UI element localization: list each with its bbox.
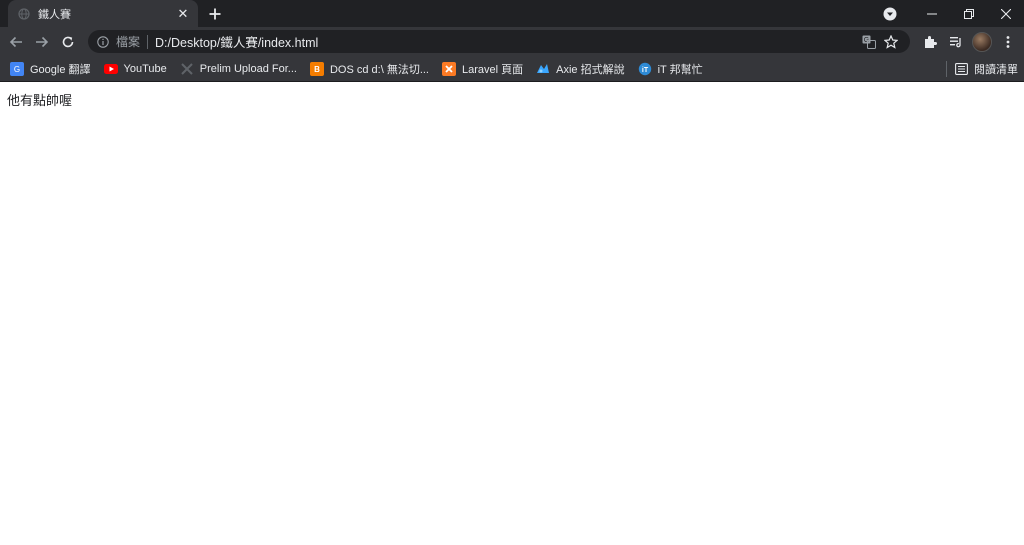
- profile-avatar[interactable]: [970, 30, 994, 54]
- svg-text:G: G: [14, 65, 20, 74]
- back-button[interactable]: [4, 30, 28, 54]
- bookmark-ithelp[interactable]: iT iT 邦幫忙: [638, 58, 710, 80]
- bookmark-label: Google 翻譯: [30, 63, 91, 76]
- xampp-icon: [442, 61, 456, 76]
- page-content: 他有點帥喔: [0, 82, 1024, 117]
- globe-icon: [18, 7, 30, 20]
- toolbar: 檔案 D:/Desktop/鐵人賽/index.html G: [0, 27, 1024, 56]
- tab-strip: 鐵人賽 ✕: [0, 0, 1024, 27]
- address-bar[interactable]: 檔案 D:/Desktop/鐵人賽/index.html G: [88, 30, 910, 53]
- star-icon[interactable]: [880, 33, 902, 51]
- translate-icon[interactable]: G: [858, 33, 880, 51]
- close-icon[interactable]: ✕: [176, 6, 190, 22]
- forward-arrow-icon: [36, 36, 49, 47]
- close-window-button[interactable]: [987, 0, 1024, 27]
- restore-icon: [963, 8, 974, 19]
- omnibox-divider: [147, 34, 149, 49]
- media-control-icon[interactable]: [944, 30, 968, 54]
- minimize-button[interactable]: [913, 0, 950, 27]
- bookmark-label: DOS cd d:\ 無法切...: [329, 63, 429, 76]
- plus-icon: [209, 8, 221, 20]
- bookmark-laravel[interactable]: Laravel 頁面: [442, 58, 530, 80]
- minimize-icon: [926, 13, 937, 14]
- kebab-menu-icon: [1006, 35, 1010, 48]
- active-tab[interactable]: 鐵人賽 ✕: [8, 0, 198, 27]
- info-icon[interactable]: [96, 35, 110, 49]
- bookmark-label: iT 邦幫忙: [657, 63, 703, 76]
- x-mark-icon: [180, 62, 194, 76]
- bookmark-youtube[interactable]: YouTube: [103, 58, 174, 80]
- window-controls: [875, 0, 1024, 27]
- reload-icon: [62, 36, 74, 47]
- reading-list-label: 閱讀清單: [974, 63, 1018, 76]
- extensions-icon[interactable]: [918, 30, 942, 54]
- url-text[interactable]: D:/Desktop/鐵人賽/index.html: [155, 32, 858, 51]
- back-arrow-icon: [9, 36, 22, 47]
- new-tab-button[interactable]: [204, 3, 226, 25]
- avatar: [972, 31, 992, 52]
- forward-button[interactable]: [30, 30, 54, 54]
- security-chip-label[interactable]: 檔案: [116, 33, 140, 50]
- bookmark-label: Prelim Upload For...: [199, 62, 297, 75]
- dropdown-circle-icon: [883, 7, 897, 20]
- bookmarks-bar: G Google 翻譯 YouTube Prelim Upload For...…: [0, 56, 1024, 82]
- svg-text:iT: iT: [641, 67, 648, 74]
- bookmark-label: Axie 招式解說: [556, 63, 625, 76]
- bookmarks-divider: [946, 60, 947, 77]
- bookmark-google-translate[interactable]: G Google 翻譯: [10, 58, 98, 80]
- reading-list-icon: [955, 62, 968, 75]
- bookmark-dos-cd[interactable]: B DOS cd d:\ 無法切...: [309, 58, 436, 80]
- ithelp-icon: iT: [638, 62, 652, 76]
- close-window-icon: [1000, 8, 1011, 19]
- bookmark-label: Laravel 頁面: [462, 63, 524, 76]
- browser-chrome: 鐵人賽 ✕ 檔案 D:/Desktop/鐵人賽/index.html G G G…: [0, 0, 1024, 82]
- svg-text:B: B: [314, 65, 320, 74]
- blogger-icon: B: [309, 61, 324, 76]
- bookmark-prelim-upload[interactable]: Prelim Upload For...: [180, 58, 304, 80]
- restore-button[interactable]: [950, 0, 987, 27]
- reading-list-button[interactable]: 閱讀清單: [955, 61, 1018, 77]
- google-translate-icon: G: [10, 61, 24, 76]
- tab-search-button[interactable]: [875, 7, 905, 21]
- axie-icon: [536, 62, 550, 76]
- tab-title: 鐵人賽: [38, 8, 71, 21]
- menu-button[interactable]: [996, 30, 1020, 54]
- bookmark-label: YouTube: [123, 62, 167, 75]
- bookmark-axie[interactable]: Axie 招式解說: [536, 58, 631, 80]
- youtube-icon: [103, 62, 118, 76]
- reload-button[interactable]: [56, 30, 80, 54]
- page-text: 他有點帥喔: [7, 94, 73, 109]
